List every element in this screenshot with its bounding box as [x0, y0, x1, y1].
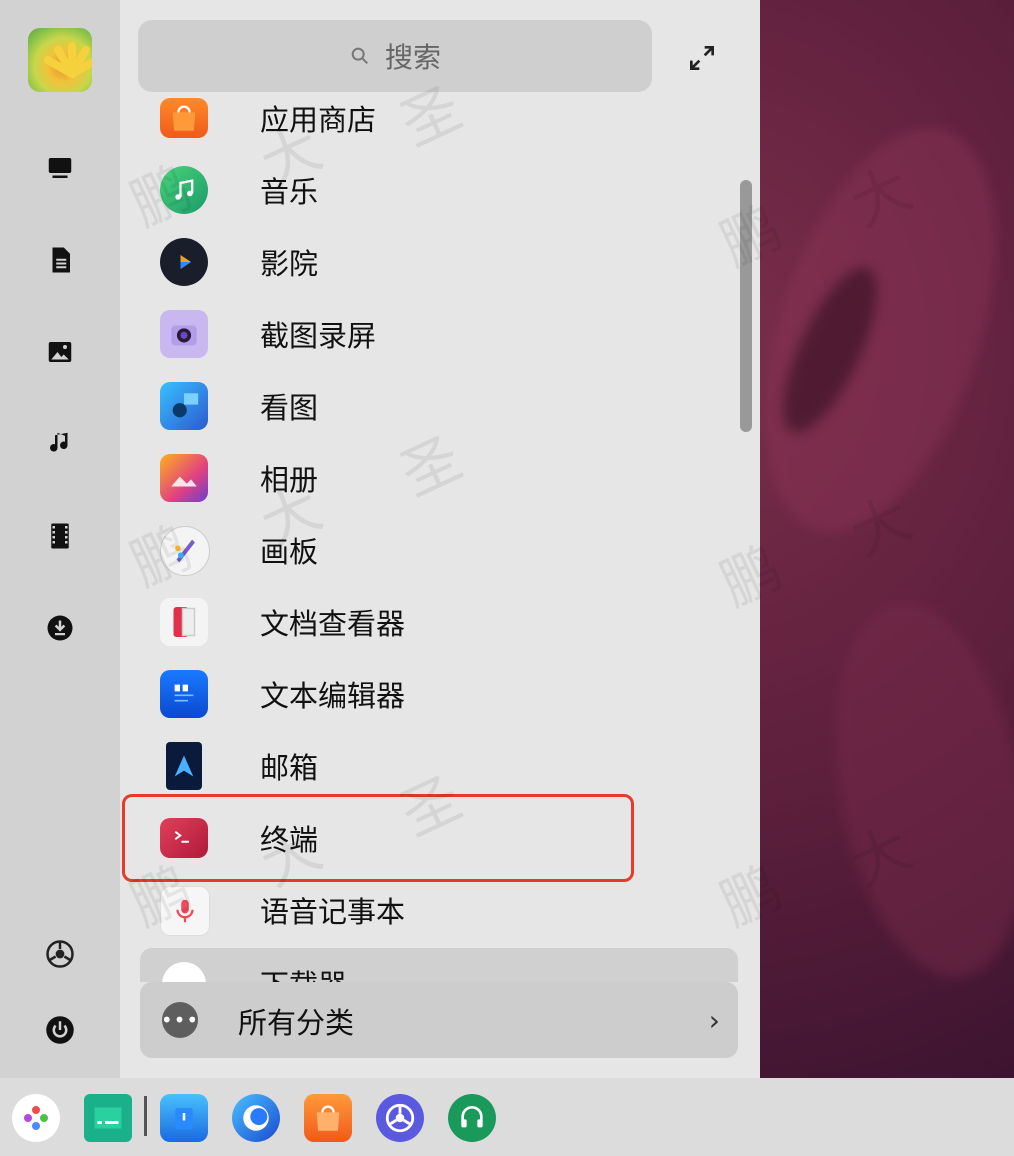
- video-icon[interactable]: [40, 516, 80, 556]
- app-item-document-viewer[interactable]: 文档查看器: [120, 592, 740, 664]
- document-icon[interactable]: [40, 240, 80, 280]
- search-icon: [351, 47, 369, 65]
- app-store-icon: [160, 98, 208, 138]
- control-center-icon[interactable]: [376, 1094, 424, 1142]
- app-label: 音乐: [260, 175, 319, 209]
- app-item-store[interactable]: 应用商店: [120, 88, 740, 160]
- app-list: 应用商店 音乐 影院 截图录屏 看图 相册 画板 文档查看器 文本编辑器 邮箱 …: [120, 88, 740, 988]
- app-label: 截图录屏: [260, 319, 377, 353]
- fullscreen-icon[interactable]: [682, 38, 722, 78]
- app-label: 终端: [260, 823, 319, 857]
- mail-app-icon: [166, 742, 202, 790]
- app-store-dock-icon[interactable]: [304, 1094, 352, 1142]
- downloader-icon: [162, 962, 206, 982]
- terminal-app-icon: [160, 818, 208, 858]
- app-item-voice-notes[interactable]: 语音记事本: [120, 880, 740, 952]
- settings-icon[interactable]: [40, 934, 80, 974]
- multitask-view-icon[interactable]: [84, 1094, 132, 1142]
- music-icon[interactable]: [40, 424, 80, 464]
- app-item-album[interactable]: 相册: [120, 448, 740, 520]
- search-placeholder: 搜索: [384, 41, 441, 74]
- music-app-icon: [160, 166, 208, 214]
- app-label: 文档查看器: [260, 607, 406, 641]
- computer-icon[interactable]: [40, 148, 80, 188]
- chevron-right-icon: ›: [708, 1004, 720, 1037]
- avatar[interactable]: [28, 28, 92, 92]
- text-editor-icon: [160, 670, 208, 718]
- image-viewer-icon: [160, 382, 208, 430]
- picture-icon[interactable]: [40, 332, 80, 372]
- document-viewer-icon: [160, 598, 208, 646]
- app-item-draw[interactable]: 画板: [120, 520, 740, 592]
- app-item-movie[interactable]: 影院: [120, 232, 740, 304]
- taskbar: [0, 1078, 1014, 1156]
- album-app-icon: [160, 454, 208, 502]
- all-categories-label: 所有分类: [238, 1006, 355, 1040]
- app-label: 下载器: [260, 962, 347, 982]
- app-label: 应用商店: [260, 103, 377, 137]
- app-label: 看图: [260, 391, 319, 425]
- app-label: 相册: [260, 463, 319, 497]
- app-label: 语音记事本: [260, 895, 406, 929]
- all-categories-button[interactable]: ••• 所有分类 ›: [140, 982, 738, 1058]
- app-item-image-viewer[interactable]: 看图: [120, 376, 740, 448]
- support-icon[interactable]: [448, 1094, 496, 1142]
- browser-icon[interactable]: [232, 1094, 280, 1142]
- app-item-terminal[interactable]: 终端: [120, 808, 740, 880]
- power-icon[interactable]: [40, 1010, 80, 1050]
- draw-app-icon: [160, 526, 210, 576]
- file-manager-icon[interactable]: [160, 1094, 208, 1142]
- launcher-sidebar: [0, 0, 120, 1078]
- app-label: 邮箱: [260, 751, 319, 785]
- launcher-icon[interactable]: [12, 1094, 60, 1142]
- movie-app-icon: [160, 238, 208, 286]
- search-box[interactable]: 搜索: [138, 20, 652, 92]
- more-icon: •••: [161, 1002, 198, 1038]
- app-item-downloader[interactable]: 下载器: [140, 948, 738, 982]
- app-label: 画板: [260, 535, 319, 569]
- app-label: 文本编辑器: [260, 679, 406, 713]
- app-item-mail[interactable]: 邮箱: [120, 736, 740, 808]
- app-item-text-editor[interactable]: 文本编辑器: [120, 664, 740, 736]
- launcher-panel: 搜索 应用商店 音乐 影院 截图录屏 看图 相册 画板 文档查看器 文本编辑器 …: [0, 0, 760, 1078]
- scrollbar[interactable]: [740, 180, 752, 432]
- app-label: 影院: [260, 247, 319, 281]
- screenshot-app-icon: [160, 310, 208, 358]
- dock-separator: [144, 1096, 147, 1136]
- app-item-screenshot[interactable]: 截图录屏: [120, 304, 740, 376]
- voice-notes-icon: [160, 886, 210, 936]
- app-item-music[interactable]: 音乐: [120, 160, 740, 232]
- download-icon[interactable]: [40, 608, 80, 648]
